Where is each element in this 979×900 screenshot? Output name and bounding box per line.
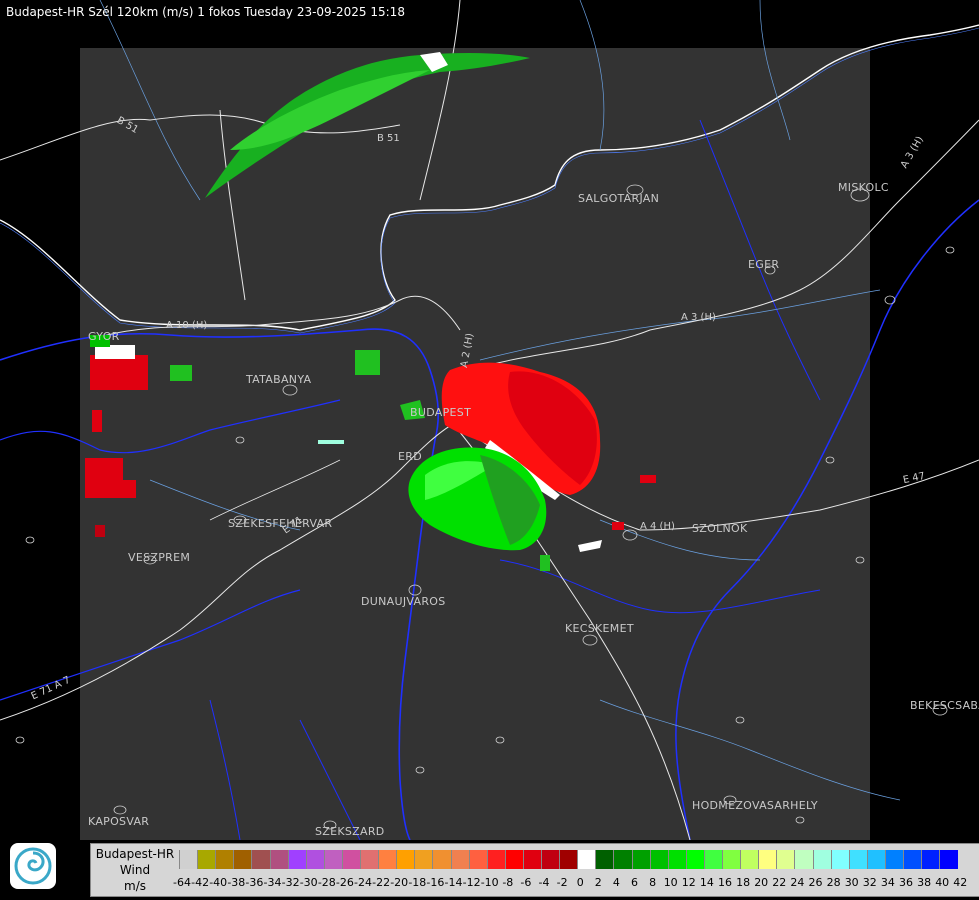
road-label: A 3 (H) bbox=[681, 312, 716, 323]
legend-swatch bbox=[179, 850, 198, 869]
legend-swatch bbox=[866, 850, 886, 869]
radar-title: Budapest-HR Szél 120km (m/s) 1 fokos Tue… bbox=[6, 5, 405, 19]
legend-title: Budapest-HR bbox=[95, 847, 175, 861]
legend-swatch bbox=[776, 850, 796, 869]
legend-swatch bbox=[522, 850, 542, 869]
legend-swatch bbox=[341, 850, 361, 869]
road-label: B 51 bbox=[377, 133, 400, 144]
legend-swatch bbox=[414, 850, 434, 869]
legend-quantity: Wind bbox=[119, 863, 151, 877]
legend-swatch bbox=[323, 850, 343, 869]
legend-swatch bbox=[378, 850, 398, 869]
legend-swatch bbox=[722, 850, 741, 869]
legend-tick-label: 42 bbox=[953, 876, 968, 889]
legend-swatch bbox=[649, 850, 669, 869]
legend-swatch bbox=[848, 850, 868, 869]
legend-swatch bbox=[613, 850, 633, 869]
city-label: SZEKESFEHERVAR bbox=[228, 517, 333, 530]
wind-color-legend: Budapest-HR Wind m/s -64 -42 -40 -38 -36 -34-… bbox=[90, 843, 979, 897]
city-label: SZEKSZARD bbox=[315, 825, 385, 838]
legend-swatch bbox=[396, 850, 416, 869]
legend-unit: m/s bbox=[124, 879, 146, 893]
city-label: BEKESCSABA bbox=[910, 699, 979, 712]
city-label: EGER bbox=[748, 258, 780, 271]
city-label: ERD bbox=[398, 450, 422, 463]
legend-swatch bbox=[812, 850, 832, 869]
legend-swatch bbox=[360, 850, 379, 869]
legend-swatch bbox=[559, 850, 579, 869]
swirl-logo-icon bbox=[14, 847, 52, 885]
legend-swatch bbox=[939, 850, 959, 869]
city-label: BUDAPEST bbox=[410, 406, 472, 419]
legend-swatch bbox=[740, 850, 760, 869]
legend-swatch bbox=[541, 850, 560, 869]
legend-swatch bbox=[685, 850, 705, 869]
legend-swatch bbox=[197, 850, 217, 869]
city-label: KAPOSVAR bbox=[88, 815, 150, 828]
legend-swatch bbox=[504, 850, 524, 869]
legend-swatch bbox=[577, 850, 597, 869]
road-label: A 4 (H) bbox=[640, 521, 675, 532]
city-label: TATABANYA bbox=[246, 373, 312, 386]
legend-swatch bbox=[667, 850, 687, 869]
legend-swatch bbox=[830, 850, 850, 869]
legend-swatch bbox=[305, 850, 325, 869]
legend-swatch bbox=[903, 850, 922, 869]
legend-swatch bbox=[595, 850, 615, 869]
legend-swatch bbox=[251, 850, 271, 869]
city-label: SALGOTARJAN bbox=[578, 192, 660, 205]
legend-swatch bbox=[269, 850, 289, 869]
city-label: HODMEZOVASARHELY bbox=[692, 799, 818, 812]
legend-swatch bbox=[794, 850, 814, 869]
radar-map bbox=[0, 0, 979, 840]
legend-swatch bbox=[432, 850, 452, 869]
city-label: GYOR bbox=[88, 330, 120, 343]
city-label: MISKOLC bbox=[838, 181, 889, 194]
road-label: A 10 (H) bbox=[166, 320, 208, 331]
met-service-logo bbox=[10, 843, 56, 889]
legend-swatch bbox=[758, 850, 778, 869]
radar-coverage-area bbox=[80, 48, 870, 840]
legend-swatch bbox=[884, 850, 904, 869]
city-label: KECSKEMET bbox=[565, 622, 634, 635]
legend-swatch bbox=[703, 850, 723, 869]
legend-swatch bbox=[450, 850, 470, 869]
legend-swatch bbox=[468, 850, 488, 869]
legend-swatch bbox=[215, 850, 235, 869]
legend-swatch bbox=[233, 850, 253, 869]
city-label: DUNAUJVAROS bbox=[361, 595, 446, 608]
legend-swatch bbox=[921, 850, 941, 869]
city-label: VESZPREM bbox=[128, 551, 191, 564]
legend-swatch bbox=[486, 850, 506, 869]
legend-swatch bbox=[631, 850, 651, 869]
city-label: SZOLNOK bbox=[692, 522, 748, 535]
legend-swatch bbox=[287, 850, 307, 869]
